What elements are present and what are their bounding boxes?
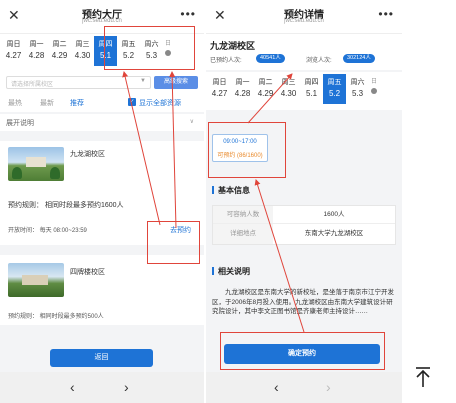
slot-time: 09:00~17:00 [223, 139, 257, 145]
section-marker [212, 267, 214, 275]
campus-card-sipailou: 四牌楼校区 预约规则： 相同时段最多预约500人 [0, 255, 204, 325]
dot-icon [165, 50, 171, 56]
time-slot-card[interactable]: 09:00~17:00 可预约 (86/1600) [212, 134, 268, 162]
day-mon[interactable]: 周一 4.28 [25, 36, 48, 66]
visit-label: 浏览人次: [306, 58, 332, 64]
more-icon[interactable]: ••• [378, 7, 394, 21]
related-notes-title: 相关说明 [218, 267, 250, 276]
day-sat[interactable]: 周六 5.3 [140, 36, 163, 66]
chevron-down-icon: ▼ [140, 78, 146, 84]
basic-info-title: 基本信息 [218, 186, 250, 195]
search-controls: 请选择所属校区 ▼ 高级搜索 [0, 72, 204, 94]
browser-nav-bar: ‹ › [206, 372, 402, 403]
day-tue[interactable]: 周二 4.29 [48, 36, 71, 66]
day-sat[interactable]: 周六 5.3 [346, 74, 369, 104]
campus-name: 四牌楼校区 [70, 269, 105, 276]
campus-description: 九龙湖校区是东南大学的新校址，是坐落于南京市江宁开发区，于2006年8月投入使用… [212, 289, 394, 315]
day-tue[interactable]: 周二 4.29 [254, 74, 277, 104]
day-wed[interactable]: 周三 4.30 [71, 36, 94, 66]
week-more-button[interactable]: 日 [163, 36, 173, 66]
nav-back-button[interactable]: ‹ [70, 379, 75, 395]
book-link[interactable]: 去预约 [170, 225, 191, 235]
day-thu[interactable]: 周四 5.1 [300, 74, 323, 104]
page-url: jwc.seu.edu.cn [82, 18, 122, 24]
day-fri[interactable]: 周五 5.2 [117, 36, 140, 66]
week-selector: 周日 4.27 周一 4.28 周二 4.29 周三 4.30 周四 5.1 周五 5.2 … [206, 72, 402, 110]
opening-hours: 开放时间： 每天 08:00~23:59 [8, 228, 87, 234]
basic-info-table: 可容纳人数 1600人 详细地点 东南大学九龙湖校区 [212, 205, 396, 245]
booking-rule: 预约规则： 相同时段最多预约1600人 [8, 202, 124, 209]
week-more-button[interactable]: 日 [369, 74, 379, 104]
nav-forward-button[interactable]: › [124, 379, 129, 395]
chevron-down-icon: ∨ [189, 119, 194, 125]
nav-forward-button[interactable]: › [326, 379, 331, 395]
title-bar: ✕ 预约详情 jwc.seu.edu.cn ••• [206, 0, 402, 34]
dot-icon [371, 88, 377, 94]
campus-name: 九龙湖校区 [210, 41, 256, 51]
nav-back-button[interactable]: ‹ [274, 379, 279, 395]
day-sun[interactable]: 周日 4.27 [208, 74, 231, 104]
day-mon[interactable]: 周一 4.28 [231, 74, 254, 104]
campus-photo [8, 263, 64, 297]
visit-count-badge: 302124人 [343, 54, 375, 63]
booked-label: 已预约人次: [210, 58, 242, 64]
page-url: jwc.seu.edu.cn [284, 18, 324, 24]
back-to-top-icon[interactable] [413, 366, 433, 393]
filter-tabs: 最热 最新 推荐 ✓ 显示全部资源 [0, 94, 204, 112]
day-fri-selected[interactable]: 周五 5.2 [323, 74, 346, 104]
expand-description[interactable]: 展开说明 ∨ [0, 114, 204, 131]
section-marker [212, 186, 214, 194]
day-thu-selected[interactable]: 周四 5.1 [94, 36, 117, 66]
browser-nav-bar: ‹ › [0, 372, 204, 403]
campus-name: 九龙湖校区 [70, 151, 105, 158]
campus-photo [8, 147, 64, 181]
slot-availability: 可预约 (86/1600) [217, 153, 263, 159]
back-button[interactable]: 返回 [50, 349, 153, 367]
confirm-booking-button[interactable]: 确定预约 [224, 344, 380, 364]
advanced-search-button[interactable]: 高级搜索 [154, 76, 198, 89]
hall-screen: ✕ 预约大厅 jwc.seu.edu.cn ••• 周日 4.27 周一 4.28 … [0, 0, 204, 403]
campus-card-jiulonghu: 九龙湖校区 预约规则： 相同时段最多预约1600人 开放时间： 每天 08:00… [0, 141, 204, 245]
filter-hot[interactable]: 最热 [8, 98, 22, 108]
booked-count-badge: 40541人 [256, 54, 285, 63]
week-selector: 周日 4.27 周一 4.28 周二 4.29 周三 4.30 周四 5.1 周五 5.2 … [0, 34, 204, 72]
filter-new[interactable]: 最新 [40, 98, 54, 108]
campus-header: 九龙湖校区 已预约人次: 40541人 浏览人次: 302124人 [206, 34, 402, 70]
filter-recommended[interactable]: 推荐 [70, 98, 84, 108]
show-all-label: 显示全部资源 [139, 100, 181, 107]
more-icon[interactable]: ••• [180, 7, 196, 21]
title-bar: ✕ 预约大厅 jwc.seu.edu.cn ••• [0, 0, 204, 34]
day-sun[interactable]: 周日 4.27 [2, 36, 25, 66]
info-row-location: 详细地点 东南大学九龙湖校区 [213, 224, 395, 244]
day-wed[interactable]: 周三 4.30 [277, 74, 300, 104]
show-all-checkbox[interactable]: ✓ [128, 98, 136, 106]
info-row-capacity: 可容纳人数 1600人 [213, 206, 395, 224]
campus-select[interactable]: 请选择所属校区 ▼ [6, 76, 151, 89]
detail-screen: ✕ 预约详情 jwc.seu.edu.cn ••• 九龙湖校区 已预约人次: 4… [206, 0, 402, 403]
booking-rule: 预约规则： 相同时段最多预约500人 [8, 314, 104, 320]
